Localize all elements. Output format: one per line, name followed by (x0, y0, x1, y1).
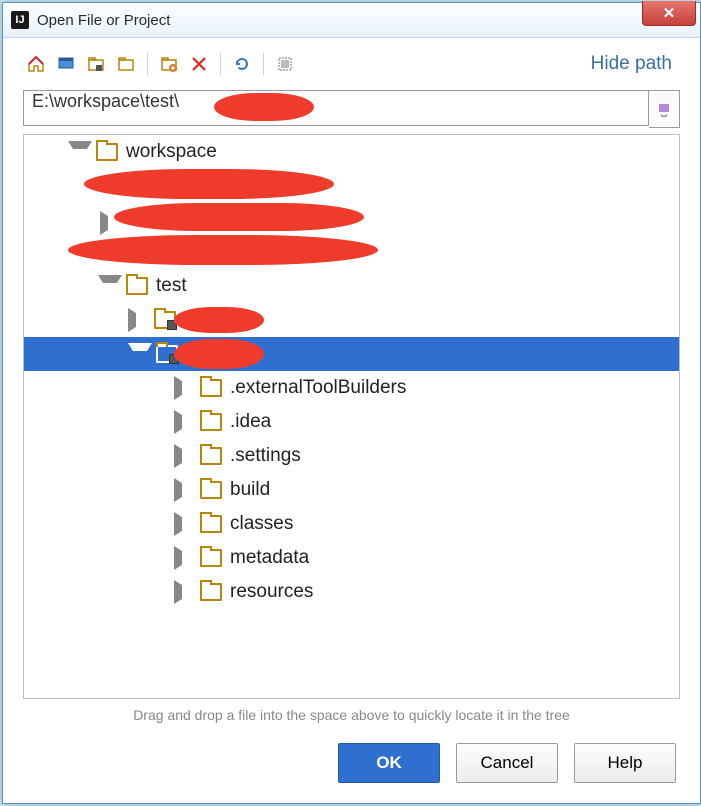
expand-arrow-icon (68, 141, 92, 163)
redaction-mark (174, 307, 264, 333)
expand-arrow-icon (128, 308, 150, 332)
project-button[interactable] (83, 51, 109, 77)
tree-label: build (230, 479, 270, 501)
tree-node-selected[interactable] (24, 337, 679, 371)
history-dropdown-icon (656, 101, 672, 117)
home-button[interactable] (23, 51, 49, 77)
module-button[interactable] (113, 51, 139, 77)
hide-path-link[interactable]: Hide path (591, 53, 680, 75)
module-folder-icon (117, 55, 135, 73)
tree-children: .externalToolBuilders .idea .settings build… (24, 371, 679, 609)
home-icon (27, 55, 45, 73)
tree-node-test[interactable]: test (24, 269, 679, 303)
open-file-dialog: IJ Open File or Project ✕ Hide path E:\w… (2, 2, 701, 804)
toolbar: Hide path (3, 38, 700, 82)
tree-node[interactable]: .externalToolBuilders (24, 371, 679, 405)
path-row: E:\workspace\test\ (23, 90, 680, 128)
expand-arrow-icon (128, 343, 152, 365)
expand-arrow-icon (174, 410, 196, 434)
redaction-mark (214, 93, 314, 121)
refresh-icon (233, 55, 251, 73)
ok-button[interactable]: OK (338, 743, 440, 783)
new-folder-button[interactable] (156, 51, 182, 77)
tree-node[interactable]: .settings (24, 439, 679, 473)
tree-node[interactable]: .idea (24, 405, 679, 439)
folder-icon (200, 413, 222, 431)
new-folder-icon (160, 55, 178, 73)
tree-label: resources (230, 581, 313, 603)
folder-icon (200, 515, 222, 533)
desktop-button[interactable] (53, 51, 79, 77)
redaction-mark (84, 169, 334, 199)
tree-node-workspace[interactable]: workspace (24, 135, 679, 169)
tree-label: .settings (230, 445, 301, 467)
delete-button[interactable] (186, 51, 212, 77)
toolbar-separator (147, 53, 148, 75)
project-folder-icon (87, 55, 105, 73)
tree-node[interactable]: classes (24, 507, 679, 541)
folder-icon (200, 447, 222, 465)
tree-node[interactable]: resources (24, 575, 679, 609)
tree-node[interactable]: metadata (24, 541, 679, 575)
button-row: OK Cancel Help (3, 733, 700, 803)
folder-icon (200, 481, 222, 499)
titlebar: IJ Open File or Project ✕ (3, 3, 700, 38)
tree-label: .externalToolBuilders (230, 377, 406, 399)
expand-arrow-icon (174, 580, 196, 604)
hint-text: Drag and drop a file into the space abov… (3, 701, 700, 733)
toolbar-separator (220, 53, 221, 75)
folder-icon (200, 583, 222, 601)
redaction-mark (174, 339, 264, 369)
cancel-button[interactable]: Cancel (456, 743, 558, 783)
module-folder-icon (156, 345, 178, 363)
path-history-button[interactable] (649, 90, 680, 128)
file-tree[interactable]: workspace test (23, 134, 680, 699)
expand-arrow-icon (174, 376, 196, 400)
expand-arrow-icon (174, 512, 196, 536)
module-folder-icon (154, 311, 176, 329)
redaction-mark (114, 203, 364, 231)
app-icon: IJ (11, 11, 29, 29)
expand-arrow-icon (100, 211, 122, 235)
window-title: Open File or Project (37, 12, 170, 29)
folder-icon (126, 277, 148, 295)
path-input[interactable]: E:\workspace\test\ (23, 90, 649, 126)
close-icon: ✕ (663, 4, 676, 22)
tree-label: test (156, 275, 187, 297)
folder-icon (200, 549, 222, 567)
tree-node[interactable] (24, 303, 679, 337)
expand-arrow-icon (98, 275, 122, 297)
tree-label: .idea (230, 411, 271, 433)
expand-arrow-icon (174, 546, 196, 570)
close-button[interactable]: ✕ (642, 1, 696, 26)
path-value: E:\workspace\test\ (32, 91, 179, 111)
tree-label: metadata (230, 547, 309, 569)
toolbar-separator (263, 53, 264, 75)
show-hidden-button[interactable] (272, 51, 298, 77)
folder-icon (96, 143, 118, 161)
delete-icon (190, 55, 208, 73)
folder-icon (200, 379, 222, 397)
desktop-icon (57, 55, 75, 73)
show-hidden-icon (276, 55, 294, 73)
tree-node[interactable]: build (24, 473, 679, 507)
expand-arrow-icon (174, 444, 196, 468)
tree-label: classes (230, 513, 293, 535)
expand-arrow-icon (174, 478, 196, 502)
tree-label: workspace (126, 141, 217, 163)
refresh-button[interactable] (229, 51, 255, 77)
help-button[interactable]: Help (574, 743, 676, 783)
redaction-mark (68, 235, 378, 265)
